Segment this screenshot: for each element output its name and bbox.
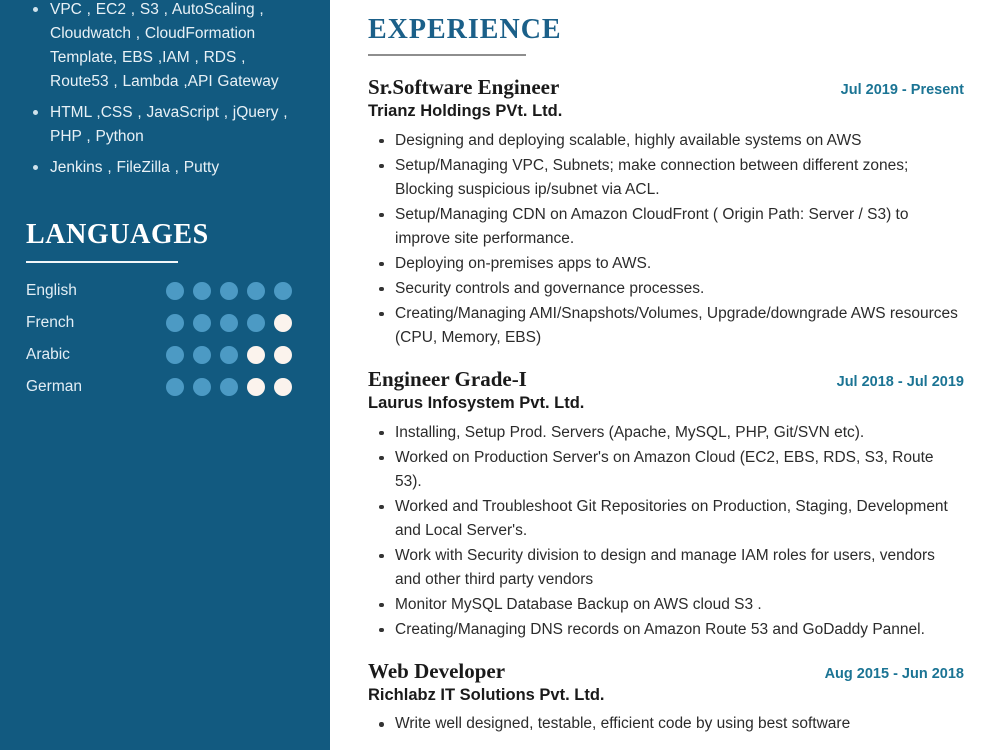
language-label: French [26, 313, 75, 331]
rating-dot-filled [274, 281, 292, 300]
job-bullet: Installing, Setup Prod. Servers (Apache,… [368, 421, 964, 445]
language-row: English [26, 281, 308, 301]
skill-item: VPC , EC2 , S3 , AutoScaling , Cloudwatc… [26, 0, 308, 94]
language-rating [166, 281, 292, 300]
job-bullet-list: Write well designed, testable, efficient… [368, 712, 964, 736]
language-row: Arabic [26, 345, 308, 365]
languages-section: LANGUAGES English French Arabic German [26, 219, 308, 397]
rating-dot-filled [220, 281, 238, 300]
job-entry: Web Developer Aug 2015 - Jun 2018 Richlabz… [368, 658, 964, 737]
languages-divider [26, 260, 178, 263]
experience-divider [368, 54, 526, 57]
rating-dot-filled [193, 345, 211, 364]
languages-list: English French Arabic German [26, 281, 308, 397]
language-row: French [26, 313, 308, 333]
job-entry: Sr.Software Engineer Jul 2019 - Present Tr… [368, 74, 964, 350]
rating-dot-empty [247, 345, 265, 364]
rating-dot-filled [166, 377, 184, 396]
rating-dot-filled [166, 281, 184, 300]
job-header: Sr.Software Engineer Jul 2019 - Present [368, 74, 964, 100]
rating-dot-filled [247, 281, 265, 300]
skills-list: VPC , EC2 , S3 , AutoScaling , Cloudwatc… [26, 0, 308, 180]
skill-item: Jenkins , FileZilla , Putty [26, 156, 308, 180]
job-header: Web Developer Aug 2015 - Jun 2018 [368, 658, 964, 684]
language-label: English [26, 281, 77, 299]
job-entry: Engineer Grade-I Jul 2018 - Jul 2019 Lauru… [368, 366, 964, 642]
job-bullet-list: Installing, Setup Prod. Servers (Apache,… [368, 421, 964, 642]
job-title: Engineer Grade-I [368, 366, 527, 391]
resume-page: VPC , EC2 , S3 , AutoScaling , Cloudwatc… [0, 0, 1000, 750]
rating-dot-filled [166, 345, 184, 364]
job-bullet: Worked on Production Server's on Amazon … [368, 446, 964, 494]
job-bullet-list: Designing and deploying scalable, highly… [368, 129, 964, 350]
job-title: Web Developer [368, 658, 506, 683]
rating-dot-empty [247, 377, 265, 396]
rating-dot-filled [220, 345, 238, 364]
rating-dot-empty [274, 377, 292, 396]
job-bullet: Write well designed, testable, efficient… [368, 712, 964, 736]
rating-dot-filled [193, 377, 211, 396]
job-company: Laurus Infosystem Pvt. Ltd. [368, 394, 585, 413]
job-bullet: Monitor MySQL Database Backup on AWS clo… [368, 593, 964, 617]
language-rating [166, 377, 292, 396]
rating-dot-filled [220, 377, 238, 396]
job-bullet: Setup/Managing VPC, Subnets; make connec… [368, 154, 964, 202]
job-bullet: Creating/Managing AMI/Snapshots/Volumes,… [368, 302, 964, 350]
job-dates: Aug 2015 - Jun 2018 [824, 665, 964, 682]
job-title: Sr.Software Engineer [368, 75, 560, 100]
job-company: Trianz Holdings PVt. Ltd. [368, 102, 563, 121]
language-label: Arabic [26, 345, 70, 363]
job-bullet: Work with Security division to design an… [368, 544, 964, 592]
rating-dot-filled [166, 313, 184, 332]
rating-dot-filled [193, 281, 211, 300]
job-bullet: Creating/Managing DNS records on Amazon … [368, 618, 964, 642]
rating-dot-filled [220, 313, 238, 332]
job-dates: Jul 2019 - Present [840, 82, 964, 99]
rating-dot-filled [193, 313, 211, 332]
job-header: Engineer Grade-I Jul 2018 - Jul 2019 [368, 366, 964, 392]
language-label: German [26, 377, 82, 395]
experience-column: EXPERIENCE Sr.Software Engineer Jul 2019 … [330, 0, 1000, 750]
job-dates: Jul 2018 - Jul 2019 [836, 373, 964, 390]
job-bullet: Worked and Troubleshoot Git Repositories… [368, 495, 964, 543]
job-bullet: Setup/Managing CDN on Amazon CloudFront … [368, 203, 964, 251]
job-bullet: Deploying on-premises apps to AWS. [368, 252, 964, 276]
rating-dot-empty [274, 345, 292, 364]
language-rating [166, 345, 292, 364]
language-row: German [26, 377, 308, 397]
job-company: Richlabz IT Solutions Pvt. Ltd. [368, 685, 605, 704]
job-bullet: Designing and deploying scalable, highly… [368, 129, 964, 153]
sidebar: VPC , EC2 , S3 , AutoScaling , Cloudwatc… [0, 0, 330, 750]
experience-heading: EXPERIENCE [368, 14, 562, 45]
language-rating [166, 313, 292, 332]
job-bullet: Security controls and governance process… [368, 277, 964, 301]
languages-heading: LANGUAGES [26, 219, 209, 250]
skill-item: HTML ,CSS , JavaScript , jQuery , PHP , … [26, 101, 308, 149]
rating-dot-filled [247, 313, 265, 332]
rating-dot-empty [274, 313, 292, 332]
job-list: Sr.Software Engineer Jul 2019 - Present Tr… [368, 74, 964, 736]
